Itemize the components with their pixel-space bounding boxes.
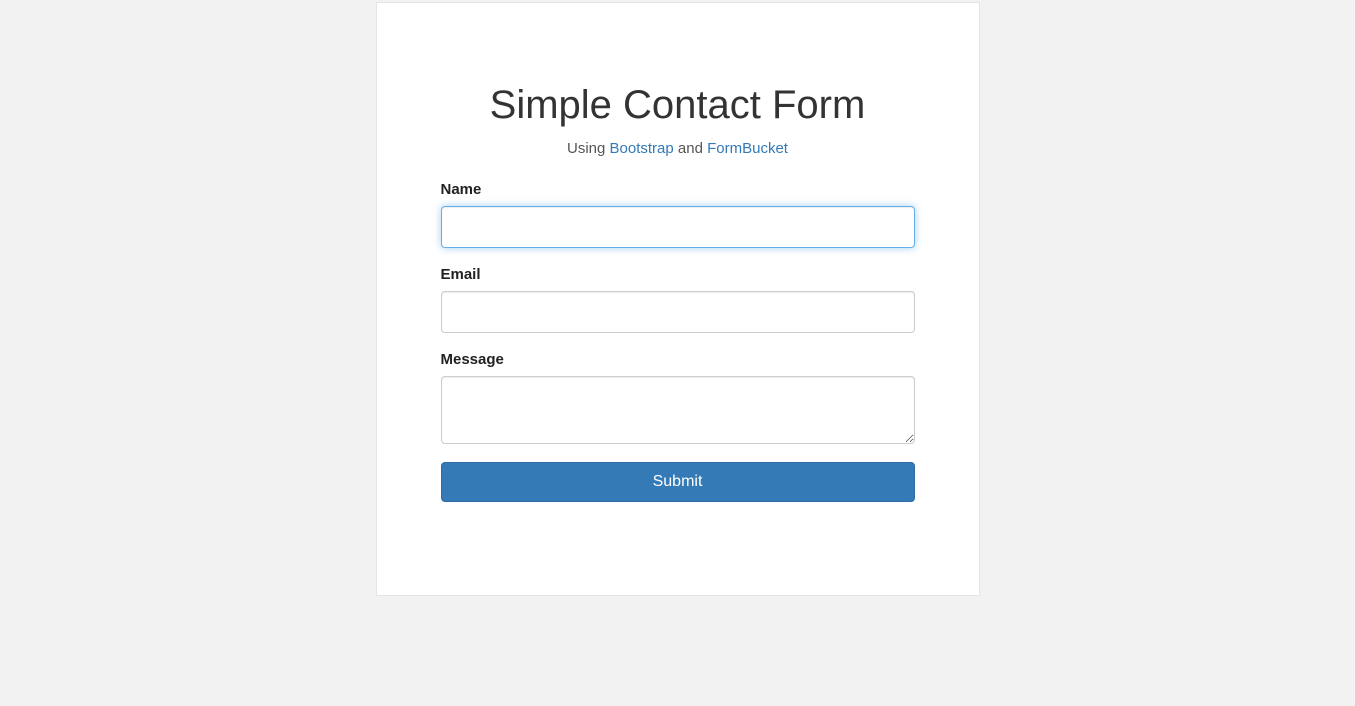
subtitle-prefix: Using [567, 140, 610, 157]
message-label: Message [441, 351, 915, 368]
submit-button[interactable]: Submit [441, 462, 915, 502]
name-group: Name [441, 181, 915, 248]
subtitle-middle: and [674, 140, 707, 157]
bootstrap-link[interactable]: Bootstrap [610, 140, 674, 157]
name-input[interactable] [441, 206, 915, 248]
message-group: Message [441, 351, 915, 444]
email-label: Email [441, 266, 915, 283]
email-input[interactable] [441, 291, 915, 333]
form-subtitle: Using Bootstrap and FormBucket [441, 140, 915, 157]
email-group: Email [441, 266, 915, 333]
form-title: Simple Contact Form [441, 83, 915, 128]
contact-form-card: Simple Contact Form Using Bootstrap and … [376, 2, 980, 596]
name-label: Name [441, 181, 915, 198]
formbucket-link[interactable]: FormBucket [707, 140, 788, 157]
message-textarea[interactable] [441, 376, 915, 444]
